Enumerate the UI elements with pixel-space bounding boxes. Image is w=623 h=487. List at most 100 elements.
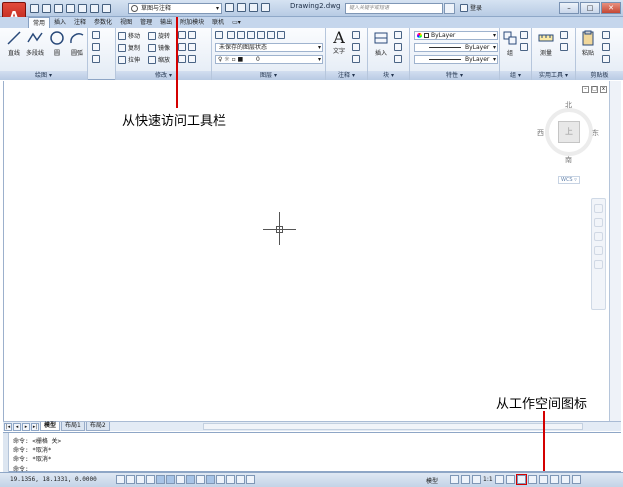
object-snap-icon[interactable] [166, 475, 175, 484]
clipboard-panel-title[interactable]: 剪贴板 [576, 71, 623, 80]
trim-icon[interactable] [178, 31, 196, 39]
array-icon[interactable] [178, 55, 196, 63]
pan-icon[interactable] [594, 218, 603, 227]
workspace-switching-icon[interactable] [515, 474, 527, 485]
save-as-icon[interactable] [66, 4, 75, 13]
rectangle-icon[interactable] [92, 31, 100, 39]
doc-restore-button[interactable]: □ [591, 86, 598, 93]
next-tab-arrow-icon[interactable]: ▸ [22, 422, 30, 431]
close-button[interactable]: ✕ [601, 2, 621, 14]
arc-tool[interactable]: 圆弧 [66, 30, 88, 57]
compass-east[interactable]: 东 [592, 128, 599, 138]
match-properties-icon[interactable] [602, 55, 610, 63]
annotation-visibility-icon[interactable] [494, 475, 504, 484]
viewcube[interactable]: 北 南 东 西 上 WCS ▿ [536, 100, 602, 190]
grid-display-icon[interactable] [136, 475, 145, 484]
tab-output[interactable]: 输出 [156, 17, 176, 28]
auto-scale-icon[interactable] [505, 475, 515, 484]
layers-panel-title[interactable]: 图层 ▾ [212, 71, 325, 80]
tab-home[interactable]: 常用 [28, 17, 51, 28]
share-icon[interactable] [261, 3, 270, 12]
dynamic-input-icon[interactable] [206, 475, 215, 484]
tab-insert[interactable]: 插入 [50, 17, 70, 28]
toolbar-icon[interactable] [249, 3, 258, 12]
rotate-tool[interactable]: 旋转 [148, 31, 170, 40]
layer-tools-icons[interactable] [227, 31, 285, 39]
login-button[interactable]: 登录 [460, 3, 482, 12]
calculator-icon[interactable] [560, 43, 568, 51]
group-tool[interactable]: 组 [501, 30, 519, 57]
current-layer-dropdown[interactable]: ♀ ☼ ▫ ■ 0 ▾ [215, 55, 323, 64]
status-bar-menu-icon[interactable] [560, 475, 570, 484]
groups-panel-title[interactable]: 组 ▾ [500, 71, 531, 80]
wcs-menu[interactable]: WCS ▿ [558, 176, 580, 184]
edit-block-icon[interactable] [394, 43, 402, 51]
publish-icon[interactable] [237, 3, 246, 12]
draw-panel-title[interactable]: 绘图 ▾ [0, 71, 87, 80]
text-tool[interactable]: A 文字 [328, 30, 350, 56]
dimension-icon[interactable] [352, 31, 360, 39]
insert-block-tool[interactable]: 插入 [370, 30, 392, 57]
tab-parametric[interactable]: 参数化 [90, 17, 116, 28]
showmotion-icon[interactable] [594, 260, 603, 269]
annotation-panel-title[interactable]: 注释 ▾ [326, 71, 367, 80]
undo-icon[interactable] [90, 4, 99, 13]
horizontal-scrollbar[interactable] [203, 423, 583, 430]
first-tab-arrow-icon[interactable]: |◂ [4, 422, 12, 431]
quick-select-icon[interactable] [560, 31, 568, 39]
prev-tab-arrow-icon[interactable]: ◂ [13, 422, 21, 431]
orbit-icon[interactable] [594, 246, 603, 255]
steering-wheel-icon[interactable] [594, 204, 603, 213]
fillet-icon[interactable] [178, 43, 196, 51]
lineweight-icon[interactable] [216, 475, 225, 484]
ellipse-icon[interactable] [92, 43, 100, 51]
layout-tab-layout1[interactable]: 布局1 [61, 422, 85, 431]
measure-tool[interactable]: 测量 [535, 30, 557, 57]
object-snap-tracking-icon[interactable] [186, 475, 195, 484]
quick-view-layouts-icon[interactable] [450, 475, 459, 484]
hardware-acceleration-icon[interactable] [538, 475, 548, 484]
modify-panel-title[interactable]: 修改 ▾ [116, 71, 211, 80]
block-panel-title[interactable]: 块 ▾ [368, 71, 409, 80]
minimize-button[interactable]: – [559, 2, 579, 14]
tab-annotate[interactable]: 注释 [70, 17, 90, 28]
properties-icon[interactable] [225, 3, 234, 12]
selection-cycling-icon[interactable] [246, 475, 255, 484]
move-tool[interactable]: 移动 [118, 31, 140, 40]
infer-constraints-icon[interactable] [116, 475, 125, 484]
3d-object-snap-icon[interactable] [176, 475, 185, 484]
layout-tab-model[interactable]: 模型 [40, 422, 61, 431]
transparency-icon[interactable] [226, 475, 235, 484]
save-icon[interactable] [54, 4, 63, 13]
create-block-icon[interactable] [394, 31, 402, 39]
annotation-scale-icon[interactable] [472, 475, 481, 484]
ortho-mode-icon[interactable] [146, 475, 155, 484]
stretch-tool[interactable]: 拉伸 [118, 55, 140, 64]
toolbar-lock-icon[interactable] [527, 475, 537, 484]
zoom-icon[interactable] [594, 232, 603, 241]
search-icon[interactable] [444, 3, 455, 14]
clean-screen-icon[interactable] [571, 475, 581, 484]
utilities-panel-title[interactable]: 实用工具 ▾ [532, 71, 575, 80]
leader-icon[interactable] [352, 43, 360, 51]
annotation-scale-value[interactable]: 1:1 [483, 476, 493, 483]
layer-properties-icon[interactable] [215, 31, 223, 39]
block-attribute-icon[interactable] [394, 55, 402, 63]
paste-tool[interactable]: 粘贴 [577, 30, 599, 57]
scale-tool[interactable]: 缩放 [148, 55, 170, 64]
ucs-icon[interactable] [196, 475, 205, 484]
line-tool[interactable]: 直线 [3, 30, 25, 57]
doc-close-button[interactable]: x [600, 86, 607, 93]
polar-tracking-icon[interactable] [156, 475, 165, 484]
redo-icon[interactable] [102, 4, 111, 13]
circle-tool[interactable]: 圆 [46, 30, 68, 57]
print-icon[interactable] [78, 4, 87, 13]
drawing-canvas[interactable] [3, 81, 609, 421]
snap-mode-icon[interactable] [126, 475, 135, 484]
command-line-grip[interactable] [3, 433, 9, 473]
compass-north[interactable]: 北 [565, 100, 572, 110]
isolate-objects-icon[interactable] [549, 475, 559, 484]
copy-tool[interactable]: 复制 [118, 43, 140, 52]
last-tab-arrow-icon[interactable]: ▸| [31, 422, 39, 431]
ungroup-icon[interactable] [520, 31, 528, 39]
